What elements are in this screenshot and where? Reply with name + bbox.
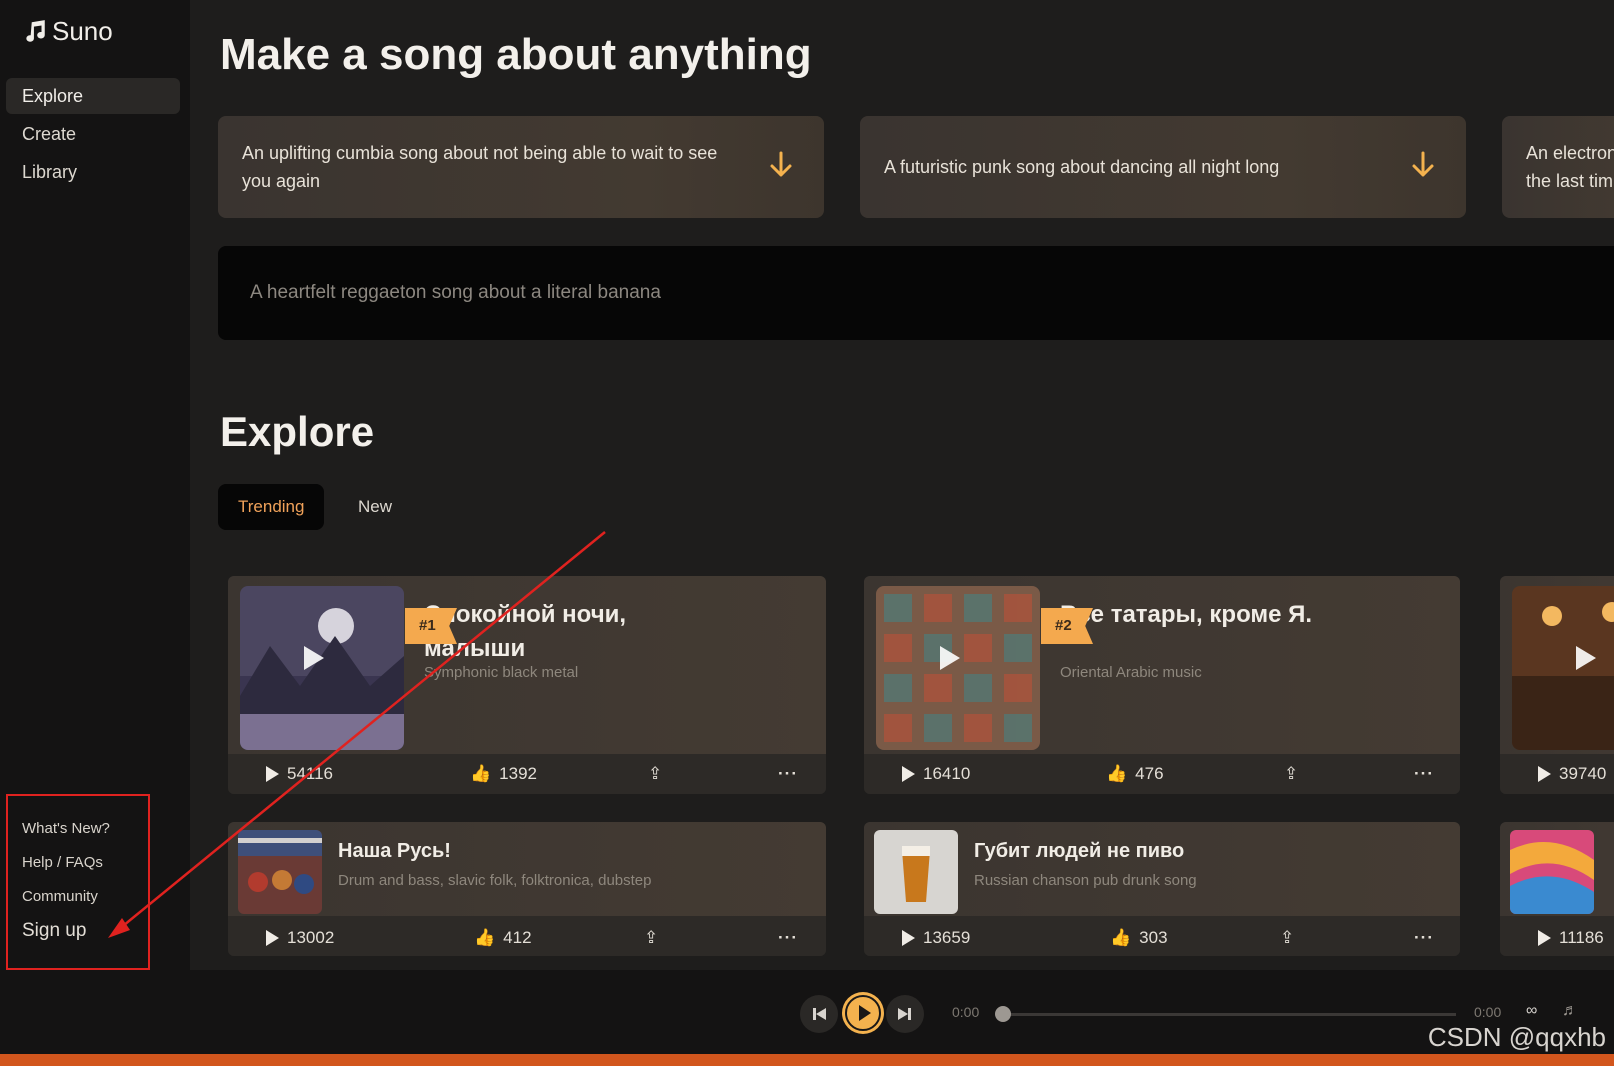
featured-song-card[interactable]: Спокойной ночи, малыши Symphonic black m… <box>228 576 826 794</box>
sidebar-footer-links: What's New? Help / FAQs Community Sign u… <box>6 794 150 970</box>
watermark: CSDN @qqxhb <box>1427 1022 1606 1052</box>
play-count[interactable]: 11186 <box>1538 928 1604 948</box>
skip-forward-icon <box>898 1008 911 1020</box>
song-title[interactable]: Спокойной ночи, малыши <box>424 598 724 666</box>
song-title[interactable]: Наша Русь! <box>338 840 451 863</box>
brand-logo[interactable]: Suno <box>22 16 113 47</box>
play-icon <box>266 930 279 946</box>
more-options-icon[interactable]: ··· <box>778 764 798 784</box>
share-icon[interactable]: ⇪ <box>648 764 662 784</box>
prompt-suggestion-card[interactable]: An electron the last tim <box>1502 116 1614 218</box>
song-stats: 54116 👍 1392 ⇪ ··· <box>228 754 826 794</box>
main-content: Make a song about anything An uplifting … <box>190 0 1614 970</box>
play-icon <box>845 995 881 1031</box>
song-stats: 13659 👍 303 ⇪ ··· <box>864 916 1460 956</box>
share-icon[interactable]: ⇪ <box>1280 928 1294 948</box>
play-icon <box>266 766 279 782</box>
cover-art <box>238 830 322 914</box>
tab-new[interactable]: New <box>338 484 412 530</box>
sign-up-link[interactable]: Sign up <box>22 914 148 948</box>
prompt-suggestion-card[interactable]: A futuristic punk song about dancing all… <box>860 116 1466 218</box>
sidebar-item-library[interactable]: Library <box>6 154 180 190</box>
play-count[interactable]: 39740 <box>1538 764 1606 784</box>
play-count[interactable]: 54116 <box>266 764 333 784</box>
thumbs-up-icon: 👍 <box>474 928 496 947</box>
cover-art <box>1510 830 1594 914</box>
prompt-suggestion-text: An electron the last tim <box>1526 143 1614 191</box>
play-overlay-icon[interactable] <box>304 646 324 670</box>
sidebar-item-create[interactable]: Create <box>6 116 180 152</box>
song-list-card[interactable]: 11186 <box>1500 822 1614 956</box>
song-title[interactable]: Губит людей не пиво <box>974 840 1184 863</box>
sidebar-nav: Explore Create Library <box>6 78 180 192</box>
help-faqs-link[interactable]: Help / FAQs <box>22 846 148 880</box>
play-icon <box>1538 930 1551 946</box>
song-genre: Oriental Arabic music <box>1060 664 1202 681</box>
play-count[interactable]: 16410 <box>902 764 970 784</box>
featured-song-card[interactable]: 39740 <box>1500 576 1614 794</box>
featured-song-card[interactable]: Все татары, кроме Я. Oriental Arabic mus… <box>864 576 1460 794</box>
rank-badge: #2 <box>1041 608 1093 644</box>
more-options-icon[interactable]: ··· <box>778 928 798 948</box>
previous-track-button[interactable] <box>800 995 838 1033</box>
sidebar: Suno Explore Create Library What's New? … <box>0 0 190 970</box>
prompt-suggestion-text: A futuristic punk song about dancing all… <box>884 157 1280 177</box>
play-icon <box>902 930 915 946</box>
bottom-accent-bar <box>0 1054 1614 1066</box>
more-options-icon[interactable]: ··· <box>1414 764 1434 784</box>
song-list-card[interactable]: Губит людей не пиво Russian chanson pub … <box>864 822 1460 956</box>
prompt-suggestion-card[interactable]: An uplifting cumbia song about not being… <box>218 116 824 218</box>
song-title[interactable]: Все татары, кроме Я. <box>1060 598 1360 632</box>
play-icon <box>902 766 915 782</box>
progress-knob[interactable] <box>995 1006 1011 1022</box>
page-title: Make a song about anything <box>220 30 812 79</box>
song-stats: 39740 <box>1500 754 1614 794</box>
thumbs-up-icon: 👍 <box>1110 928 1132 947</box>
play-count[interactable]: 13002 <box>266 928 334 948</box>
song-genre: Drum and bass, slavic folk, folktronica,… <box>338 872 652 889</box>
song-list-card[interactable]: Наша Русь! Drum and bass, slavic folk, f… <box>228 822 826 956</box>
next-track-button[interactable] <box>886 995 924 1033</box>
thumbs-up-icon: 👍 <box>470 764 492 783</box>
current-time: 0:00 <box>952 1004 980 1020</box>
like-count[interactable]: 👍 303 <box>1110 928 1168 948</box>
like-count[interactable]: 👍 1392 <box>470 764 537 784</box>
like-count[interactable]: 👍 476 <box>1106 764 1164 784</box>
arrow-down-icon <box>770 151 792 177</box>
total-time: 0:00 <box>1474 1004 1502 1020</box>
sidebar-item-explore[interactable]: Explore <box>6 78 180 114</box>
play-pause-button[interactable] <box>842 992 884 1034</box>
progress-track[interactable] <box>1004 1013 1456 1016</box>
share-icon[interactable]: ⇪ <box>1284 764 1298 784</box>
whats-new-link[interactable]: What's New? <box>22 812 148 846</box>
song-stats: 13002 👍 412 ⇪ ··· <box>228 916 826 956</box>
tab-trending[interactable]: Trending <box>218 484 325 530</box>
song-stats: 16410 👍 476 ⇪ ··· <box>864 754 1460 794</box>
queue-icon[interactable]: ♬ <box>1562 1002 1578 1020</box>
music-note-icon <box>26 19 45 42</box>
prompt-suggestion-text: An uplifting cumbia song about not being… <box>242 143 718 191</box>
like-count[interactable]: 👍 412 <box>474 928 532 948</box>
community-link[interactable]: Community <box>22 880 148 914</box>
share-icon[interactable]: ⇪ <box>644 928 658 948</box>
explore-heading: Explore <box>220 408 375 455</box>
arrow-down-icon <box>1412 151 1434 177</box>
brand-name: Suno <box>52 16 113 46</box>
loop-icon[interactable]: ∞ <box>1526 1002 1537 1020</box>
play-overlay-icon[interactable] <box>1576 646 1596 670</box>
thumbs-up-icon: 👍 <box>1106 764 1128 783</box>
play-overlay-icon[interactable] <box>940 646 960 670</box>
song-prompt-input[interactable]: A heartfelt reggaeton song about a liter… <box>218 246 1614 340</box>
cover-art <box>874 830 958 914</box>
play-count[interactable]: 13659 <box>902 928 970 948</box>
cover-art <box>1512 586 1614 750</box>
song-stats: 11186 <box>1500 916 1614 956</box>
skip-back-icon <box>813 1008 826 1020</box>
more-options-icon[interactable]: ··· <box>1414 928 1434 948</box>
song-genre: Russian chanson pub drunk song <box>974 872 1197 889</box>
play-icon <box>1538 766 1551 782</box>
song-genre: Symphonic black metal <box>424 664 579 681</box>
